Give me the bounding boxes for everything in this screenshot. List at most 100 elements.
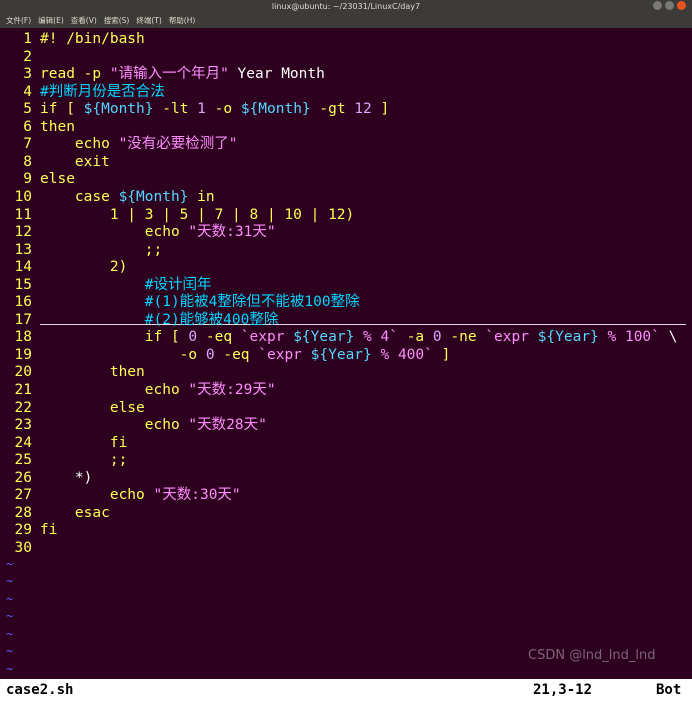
code-text: #! /bin/bash <box>40 30 145 48</box>
code-token: ;; <box>40 452 128 469</box>
code-token: 1 | 3 | 5 | 7 | 8 | 10 | 12) <box>40 206 355 223</box>
line-number: 6 <box>23 118 32 135</box>
window-titlebar: linux@ubuntu: ~/23031/LinuxC/day7 <box>0 0 692 12</box>
code-text: *) <box>40 469 92 487</box>
line-number: 17 <box>14 311 32 328</box>
code-line: 27 echo "天数:30天" <box>0 486 692 504</box>
line-number: 29 <box>14 522 32 539</box>
code-line: 30 <box>0 539 692 557</box>
menu-search[interactable]: 搜索(S) <box>104 15 130 26</box>
code-token: #(1)能被4整除但不能被100整除 <box>40 294 360 311</box>
line-number: 24 <box>14 434 32 451</box>
code-text: 2) <box>40 258 127 276</box>
menu-terminal[interactable]: 终端(T) <box>136 15 161 26</box>
line-number: 8 <box>23 153 32 170</box>
code-line: 14 2) <box>0 258 692 276</box>
code-token: #判断月份是否合法 <box>40 83 165 100</box>
code-text: then <box>40 118 75 136</box>
code-token: else <box>40 171 75 188</box>
code-line: 6 then <box>0 118 692 136</box>
code-token: "没有必要检测了" <box>118 136 238 153</box>
code-line: 28 esac <box>0 504 692 522</box>
code-text: then <box>40 363 145 381</box>
code-text: echo "天数:29天" <box>40 381 276 399</box>
code-token: -eq <box>214 346 259 363</box>
code-token: echo <box>40 136 119 153</box>
menu-help[interactable]: 帮助(H) <box>169 15 196 26</box>
line-number: 5 <box>23 101 32 118</box>
code-token: ${Month} <box>83 101 154 118</box>
line-number: 23 <box>14 417 32 434</box>
line-number: 3 <box>23 66 32 83</box>
line-number: 30 <box>14 539 32 556</box>
code-token: fi <box>40 522 58 539</box>
terminal-menubar: 文件(F) 编辑(E) 查看(V) 搜索(S) 终端(T) 帮助(H) <box>0 12 692 28</box>
code-line: 3 read -p "请输入一个年月" Year Month <box>0 65 692 83</box>
menu-file[interactable]: 文件(F) <box>6 15 31 26</box>
code-line: 23 echo "天数28天" <box>0 416 692 434</box>
code-text: fi <box>40 434 127 452</box>
code-token: "请输入一个年月" <box>109 66 229 83</box>
code-token: % 400` <box>371 346 433 363</box>
code-token: -gt <box>310 101 355 118</box>
code-line: 20 then <box>0 363 692 381</box>
line-number: 7 <box>23 136 32 153</box>
code-line: 18 if [ 0 -eq `expr ${Year} % 4` -a 0 -n… <box>0 328 692 346</box>
code-token: if [ <box>40 101 84 118</box>
code-token: in <box>188 188 215 205</box>
code-token: ${Year} <box>537 329 599 346</box>
line-number: 26 <box>14 469 32 486</box>
code-text: -o 0 -eq `expr ${Year} % 400` ] <box>40 346 451 364</box>
line-number: 2 <box>23 48 32 65</box>
empty-line-tilde: ~ <box>6 626 14 641</box>
status-filename: case2.sh <box>6 682 74 698</box>
menu-edit[interactable]: 编辑(E) <box>38 15 64 26</box>
code-token: 1 <box>197 101 206 118</box>
code-line: 24 fi <box>0 434 692 452</box>
code-text: echo "天数:30天" <box>40 486 241 504</box>
code-token: ] <box>432 346 451 363</box>
code-text: esac <box>40 504 110 522</box>
code-token: -lt <box>153 101 198 118</box>
code-token: `expr <box>485 329 538 346</box>
maximize-button[interactable] <box>665 1 674 10</box>
code-text: ;; <box>40 241 162 259</box>
code-token: case <box>40 188 119 205</box>
code-token: \ <box>659 329 678 346</box>
code-line: 12 echo "天数:31天" <box>0 223 692 241</box>
code-token: "天数28天" <box>188 417 267 434</box>
code-text: if [ 0 -eq `expr ${Year} % 4` -a 0 -ne `… <box>40 328 678 346</box>
code-text: fi <box>40 521 57 539</box>
code-line: 16 #(1)能被4整除但不能被100整除 <box>0 293 692 311</box>
line-number: 15 <box>14 276 32 293</box>
line-number: 16 <box>14 294 32 311</box>
close-button[interactable] <box>677 1 686 10</box>
empty-line-tilde: ~ <box>6 591 14 606</box>
code-token: fi <box>40 434 128 451</box>
code-line: 5 if [ ${Month} -lt 1 -o ${Month} -gt 12 … <box>0 100 692 118</box>
line-number: 20 <box>14 364 32 381</box>
code-text: echo "天数:31天" <box>40 223 276 241</box>
code-line: 2 <box>0 48 692 66</box>
line-number: 14 <box>14 259 32 276</box>
code-token: echo <box>40 382 189 398</box>
line-number: 9 <box>23 171 32 188</box>
window-title: linux@ubuntu: ~/23031/LinuxC/day7 <box>271 1 421 11</box>
menu-view[interactable]: 查看(V) <box>71 15 97 26</box>
code-line: 9 else <box>0 170 692 188</box>
code-line: 29 fi <box>0 521 692 539</box>
minimize-button[interactable] <box>653 1 662 10</box>
vim-editor[interactable]: 1 #! /bin/bash 2 3 read -p "请输入一个年月" Year Mo… <box>0 28 692 679</box>
code-token: -eq <box>197 329 241 346</box>
code-token: ${Month} <box>118 188 189 205</box>
code-token: else <box>40 399 145 416</box>
code-token: echo <box>40 487 154 504</box>
code-text: #(2)能够被400整除 <box>40 311 279 329</box>
vim-statusline: case2.sh 21,3-12 Bot <box>0 679 692 701</box>
code-token: 2) <box>40 259 128 276</box>
code-text: case ${Month} in <box>40 188 215 206</box>
code-text: #(1)能被4整除但不能被100整除 <box>40 293 360 311</box>
line-number: 19 <box>14 346 32 363</box>
code-line: 17 #(2)能够被400整除 <box>0 311 692 329</box>
code-token: exit <box>40 153 110 170</box>
